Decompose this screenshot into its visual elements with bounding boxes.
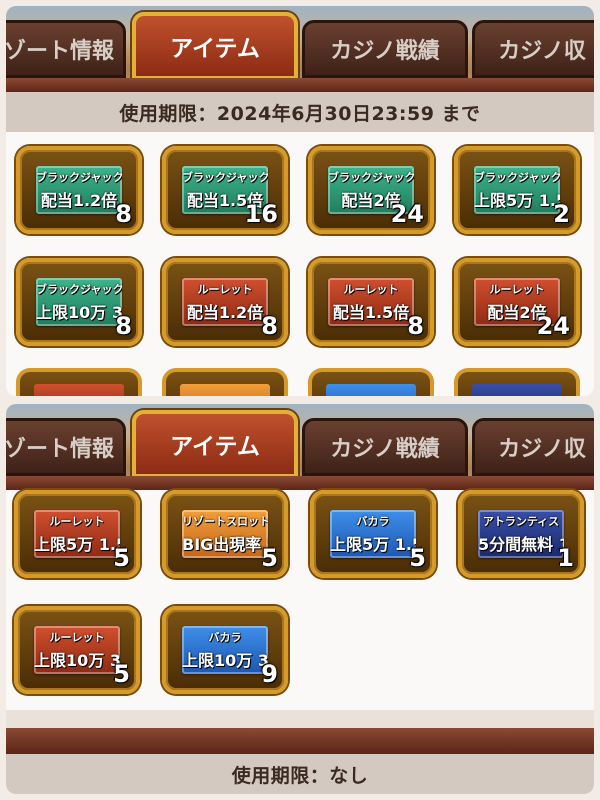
item-card[interactable]: ルーレット配当1.5倍 8	[308, 258, 434, 346]
item-ticket-icon: ブラックジャック配当1.2倍	[36, 166, 122, 214]
item-count: 5	[113, 660, 130, 688]
item-panel-bottom: ゾート情報 アイテム カジノ戦績 カジノ収 ルーレット上限5万 1.5倍5リゾー…	[6, 404, 594, 794]
item-ticket-icon: ルーレット配当1.5倍	[328, 278, 414, 326]
item-value: BIG出現率 5倍	[182, 535, 268, 554]
item-name: ルーレット	[49, 515, 105, 528]
item-name: リゾートスロット	[182, 515, 268, 528]
item-grid: ルーレット上限5万 1.5倍5リゾートスロットBIG出現率 5倍5バカラ上限5万…	[6, 490, 594, 710]
item-count: 5	[113, 544, 130, 572]
item-card[interactable]: アトランティス 5分間無料 1,0001	[458, 490, 584, 578]
item-name: バカラ	[208, 631, 242, 644]
item-card[interactable]: ルーレット上限5万 1.5倍5	[14, 490, 140, 578]
item-count: 8	[115, 200, 132, 228]
tab-underline-bar	[6, 78, 594, 92]
item-ticket-icon: ルーレット上限5万 1.5倍	[34, 510, 120, 558]
item-ticket-icon: アトランティス 5分間無料 1,000	[478, 510, 564, 558]
item-card[interactable]	[16, 368, 142, 396]
item-count: 24	[390, 200, 424, 228]
item-count: 8	[115, 312, 132, 340]
tab-casino-income[interactable]: カジノ収	[472, 20, 594, 78]
tab-casino-record[interactable]: カジノ戦績	[302, 418, 468, 476]
item-value: 5分間無料 1,000	[478, 535, 564, 554]
item-value: 上限5万 1.5倍	[474, 191, 560, 210]
item-card[interactable]: ブラックジャック上限5万 1.5倍2	[454, 146, 580, 234]
item-card[interactable]	[454, 368, 580, 396]
item-name: ブラックジャック	[474, 171, 560, 184]
item-ticket-icon: ルーレット上限10万 3倍	[34, 626, 120, 674]
divider	[6, 710, 594, 728]
expiry-label: 使用期限：なし	[6, 754, 594, 794]
item-ticket-icon: バカラ上限5万 1.5倍	[330, 510, 416, 558]
item-ticket-icon	[34, 384, 124, 396]
item-name: ブラックジャック	[36, 283, 122, 296]
expiry-label: 使用期限：2024年6月30日23:59 まで	[6, 92, 594, 132]
item-card[interactable]: ブラックジャック上限10万 3倍8	[16, 258, 142, 346]
item-count: 8	[407, 312, 424, 340]
item-value: 上限10万 3倍	[182, 651, 268, 670]
item-value: 上限5万 1.5倍	[34, 535, 120, 554]
item-count: 8	[261, 312, 278, 340]
item-card[interactable]	[308, 368, 434, 396]
item-name: ルーレット	[489, 283, 545, 296]
tab-resort-info[interactable]: ゾート情報	[6, 418, 126, 476]
item-value: 上限10万 3倍	[36, 303, 122, 322]
item-panel-top: ゾート情報 アイテム カジノ戦績 カジノ収 使用期限：2024年6月30日23:…	[6, 6, 594, 396]
item-name: アトランティス	[482, 515, 560, 528]
item-value: 上限10万 3倍	[34, 651, 120, 670]
tab-casino-record[interactable]: カジノ戦績	[302, 20, 468, 78]
item-name: バカラ	[356, 515, 390, 528]
tab-items[interactable]: アイテム	[132, 410, 298, 478]
item-count: 5	[409, 544, 426, 572]
item-count: 24	[536, 312, 570, 340]
item-card[interactable]: ルーレット 配当2倍 24	[454, 258, 580, 346]
tab-resort-info[interactable]: ゾート情報	[6, 20, 126, 78]
item-ticket-icon	[326, 384, 416, 396]
item-card[interactable]: バカラ上限5万 1.5倍5	[310, 490, 436, 578]
item-value: 配当1.5倍	[332, 303, 410, 322]
item-name: ルーレット	[343, 283, 399, 296]
tab-underline-bar	[6, 476, 594, 490]
item-name: ブラックジャック	[328, 171, 414, 184]
item-name: ルーレット	[49, 631, 105, 644]
tab-casino-income[interactable]: カジノ収	[472, 418, 594, 476]
item-count: 1	[557, 544, 574, 572]
item-ticket-icon: ブラックジャック上限5万 1.5倍	[474, 166, 560, 214]
item-count: 9	[261, 660, 278, 688]
item-name: ルーレット	[197, 283, 253, 296]
item-ticket-icon: ルーレット配当1.2倍	[182, 278, 268, 326]
item-value: 配当1.2倍	[186, 303, 264, 322]
item-card[interactable]: ブラックジャック配当1.2倍 8	[16, 146, 142, 234]
item-ticket-icon: リゾートスロット BIG出現率 5倍	[182, 510, 268, 558]
item-value: 配当1.2倍	[40, 191, 118, 210]
item-name: ブラックジャック	[182, 171, 268, 184]
footer-bar	[6, 728, 594, 754]
item-ticket-icon	[180, 384, 270, 396]
item-ticket-icon: ブラックジャック上限10万 3倍	[36, 278, 122, 326]
item-card[interactable]: ルーレット配当1.2倍 8	[162, 258, 288, 346]
item-card[interactable]: リゾートスロット BIG出現率 5倍5	[162, 490, 288, 578]
tab-items[interactable]: アイテム	[132, 12, 298, 80]
item-count: 16	[244, 200, 278, 228]
item-card[interactable]: ブラックジャック 配当2倍 24	[308, 146, 434, 234]
item-name: ブラックジャック	[36, 171, 122, 184]
item-count: 2	[553, 200, 570, 228]
item-count: 5	[261, 544, 278, 572]
item-ticket-icon	[472, 384, 562, 396]
item-value: 上限5万 1.5倍	[330, 535, 416, 554]
item-card[interactable]	[162, 368, 288, 396]
item-card[interactable]: ルーレット上限10万 3倍5	[14, 606, 140, 694]
item-card[interactable]: バカラ上限10万 3倍9	[162, 606, 288, 694]
item-card[interactable]: ブラックジャック 配当1.5倍 16	[162, 146, 288, 234]
item-ticket-icon: バカラ上限10万 3倍	[182, 626, 268, 674]
item-grid: ブラックジャック 配当1.2倍 8 ブラックジャック 配当1.5倍 16 ブラックジャック配…	[6, 140, 594, 396]
